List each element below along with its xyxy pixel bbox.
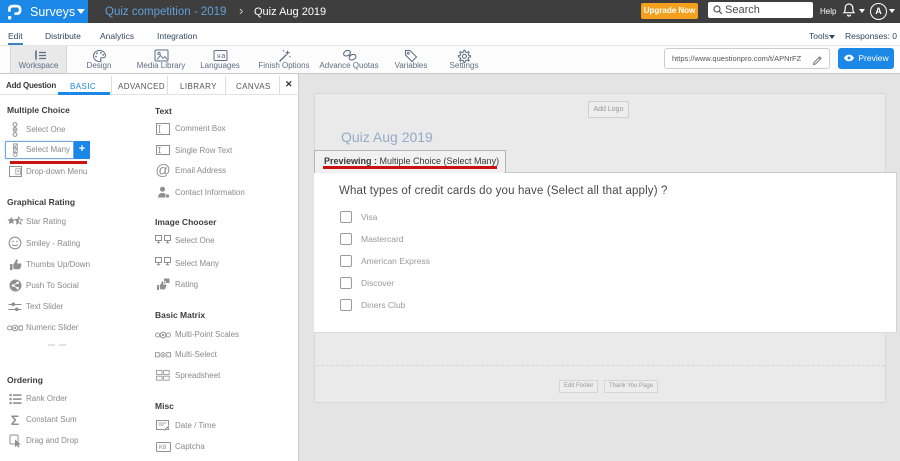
svg-text:a: a	[221, 51, 226, 60]
svg-text:K8: K8	[159, 445, 167, 451]
